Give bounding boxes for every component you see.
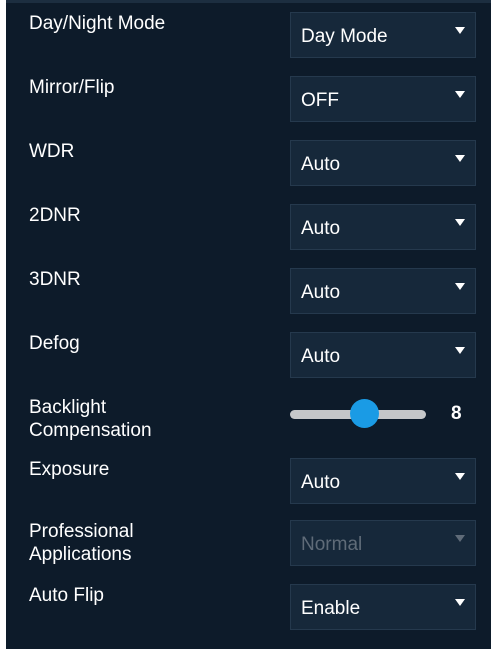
exposure-value: Auto [301,472,341,493]
defog-value: Auto [301,346,341,367]
backlight-compensation-value: 8 [451,403,462,424]
chevron-down-icon [455,155,465,162]
3dnr-select[interactable]: Auto [290,268,476,314]
chevron-down-icon [455,535,465,542]
defog-select[interactable]: Auto [290,332,476,378]
professional-applications-select: Normal [290,520,476,566]
wdr-value: Auto [301,154,341,175]
exposure-label: Exposure [29,459,110,480]
defog-label: Defog [29,333,80,354]
2dnr-select[interactable]: Auto [290,204,476,250]
chevron-down-icon [455,91,465,98]
chevron-down-icon [455,473,465,480]
auto-flip-value: Enable [301,598,361,619]
panel-top-divider [6,0,491,3]
exposure-select[interactable]: Auto [290,458,476,504]
chevron-down-icon [455,219,465,226]
chevron-down-icon [455,347,465,354]
mirror-flip-value: OFF [301,90,339,111]
day-night-mode-select[interactable]: Day Mode [290,12,476,58]
chevron-down-icon [455,599,465,606]
chevron-down-icon [455,27,465,34]
3dnr-value: Auto [301,282,341,303]
professional-applications-value: Normal [301,534,363,555]
chevron-down-icon [455,283,465,290]
mirror-flip-label: Mirror/Flip [29,77,115,98]
2dnr-label: 2DNR [29,205,81,226]
auto-flip-label: Auto Flip [29,585,104,606]
backlight-compensation-label: Backlight Compensation [29,397,152,441]
backlight-compensation-slider[interactable] [288,397,428,431]
wdr-select[interactable]: Auto [290,140,476,186]
3dnr-label: 3DNR [29,269,81,290]
2dnr-value: Auto [301,218,341,239]
professional-applications-label: Professional Applications [29,521,134,565]
wdr-label: WDR [29,141,75,162]
day-night-mode-value: Day Mode [301,26,388,47]
day-night-mode-label: Day/Night Mode [29,13,166,34]
slider-thumb[interactable] [350,399,379,428]
auto-flip-select[interactable]: Enable [290,584,476,630]
mirror-flip-select[interactable]: OFF [290,76,476,122]
